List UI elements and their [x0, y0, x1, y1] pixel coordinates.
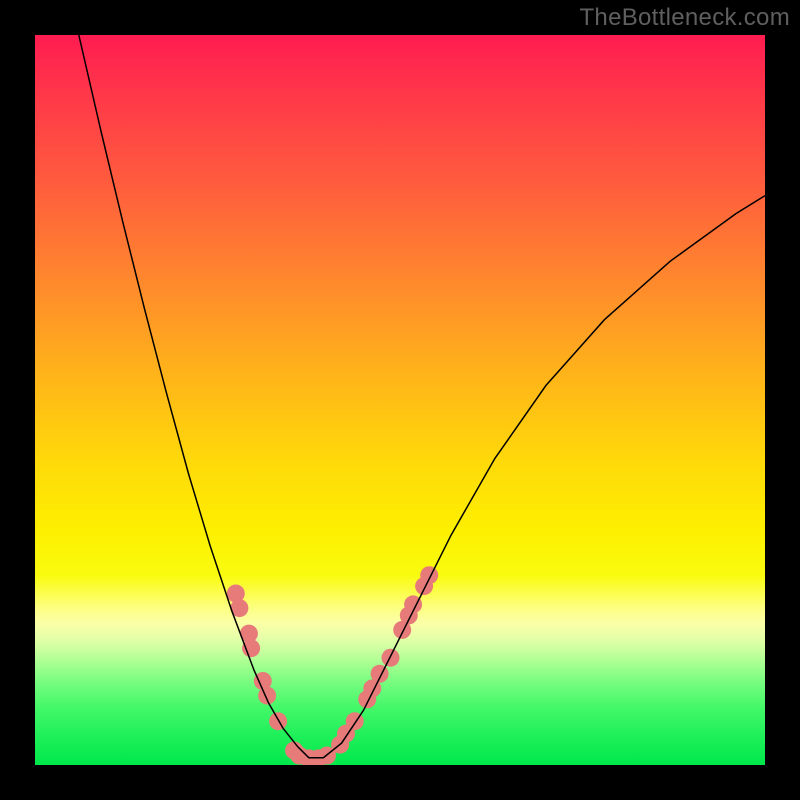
- highlight-dot: [371, 665, 389, 683]
- highlight-dot: [269, 712, 287, 730]
- plot-area: [35, 35, 765, 765]
- curve-layer: [35, 35, 765, 765]
- highlight-dots: [227, 566, 438, 765]
- watermark-text: TheBottleneck.com: [579, 4, 790, 32]
- highlight-dot: [242, 639, 260, 657]
- highlight-dot: [258, 687, 276, 705]
- chart-frame: TheBottleneck.com: [0, 0, 800, 800]
- highlight-dot: [420, 566, 438, 584]
- bottleneck-curve: [79, 35, 765, 758]
